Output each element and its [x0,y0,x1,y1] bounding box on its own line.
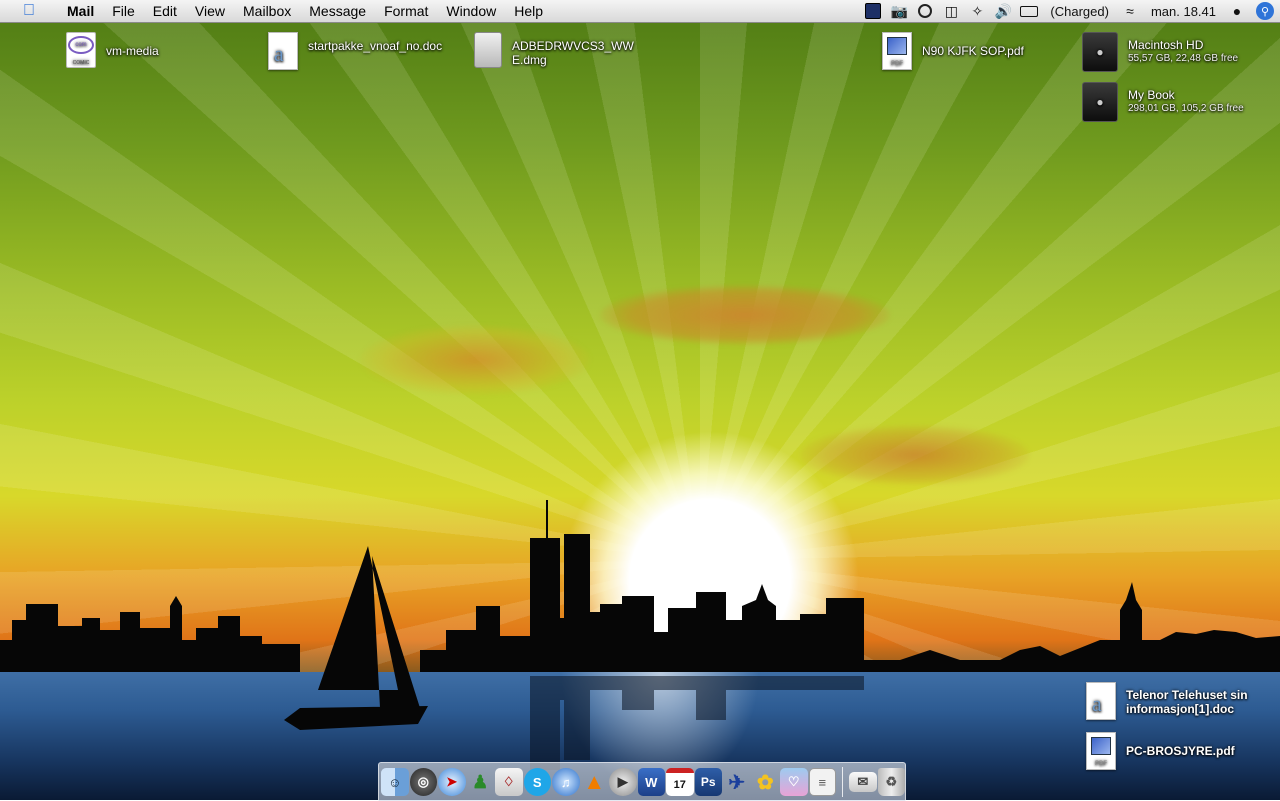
dock-notepad-icon[interactable]: ≡ [808,768,837,796]
desktop-icon-macintosh-hd[interactable]: ● Macintosh HD 55,57 GB, 22,48 GB free [1082,32,1238,72]
desktop-icon-startpakke[interactable]: a startpakke_vnoaf_no.doc [268,32,448,70]
comic-file-icon: com COMIC [66,32,96,68]
desktop-icon-pc-brosjyre[interactable]: PDF PC-BROSJYRE.pdf [1086,732,1235,770]
desktop-icon-n90-pdf[interactable]: PDF N90 KJFK SOP.pdf [882,32,1024,70]
screen-icon[interactable] [860,0,886,22]
skyline-center [420,500,864,672]
dock-flower-icon[interactable]: ✿ [752,768,780,796]
icon-label: Macintosh HD [1128,38,1204,52]
dock-notes-icon[interactable]: ♡ [780,768,808,796]
app-menu-mail[interactable]: Mail [58,0,103,22]
icon-label: Telenor Telehuset sin informasjon[1].doc [1126,688,1248,716]
apple-menu-icon[interactable]:  [0,0,58,22]
word-document-icon: a [1086,682,1116,720]
drive-capacity: 298,01 GB, 105,2 GB free [1128,103,1244,114]
battery-icon[interactable] [1016,0,1042,22]
menu-file[interactable]: File [103,0,144,22]
menu-window[interactable]: Window [437,0,505,22]
desktop-icon-vm-media[interactable]: com COMIC vm-media [66,32,159,68]
icon-label: vm-media [106,44,159,58]
desktop-icon-adbe-dmg[interactable]: ADBEDRWVCS3_WWE.dmg [474,32,642,68]
quicksilver-icon[interactable] [912,0,938,22]
hard-drive-icon: ● [1082,32,1118,72]
skyline-right [864,582,1280,672]
dock-downloads-icon[interactable]: ✉ [849,772,877,792]
spotlight-icon[interactable]: ⚲ [1256,2,1274,20]
sailboat [284,546,428,730]
wifi-icon[interactable]: ≈ [1117,0,1143,22]
dock-quicktime-icon[interactable]: ▶ [609,768,637,796]
volume-icon[interactable]: 🔊 [990,0,1016,22]
dock-preview-icon[interactable]: ♢ [495,768,523,796]
user-icon[interactable]: ● [1224,0,1250,22]
dock-ical-icon[interactable]: 17 [666,768,694,796]
menu-mailbox[interactable]: Mailbox [234,0,300,22]
menu-format[interactable]: Format [375,0,437,22]
icon-label: startpakke_vnoaf_no.doc [308,39,443,53]
desktop-icon-my-book[interactable]: ● My Book 298,01 GB, 105,2 GB free [1082,82,1244,122]
menu-view[interactable]: View [186,0,234,22]
dock-mail-icon[interactable]: ✈ [723,768,751,796]
menu-bar:  Mail File Edit View Mailbox Message Fo… [0,0,1280,23]
skyline-left [0,596,300,672]
menu-help[interactable]: Help [505,0,552,22]
dock-skype-icon[interactable]: S [523,768,551,796]
menu-edit[interactable]: Edit [144,0,186,22]
bluetooth-icon[interactable]: ✧ [964,0,990,22]
external-drive-icon: ● [1082,82,1118,122]
dock-separator [842,767,844,797]
dock-vlc-icon[interactable]: ▲ [581,768,609,796]
disk-image-icon [474,32,502,68]
desktop-icon-telenor-doc[interactable]: a Telenor Telehuset sin informasjon[1].d… [1086,682,1256,720]
battery-status-text[interactable]: (Charged) [1042,4,1117,19]
headphones-icon[interactable]: ◫ [938,0,964,22]
icon-label: ADBEDRWVCS3_WWE.dmg [512,39,634,67]
dock-safari-icon[interactable]: ➤ [438,768,466,796]
menubar-clock[interactable]: man. 18.41 [1143,4,1224,19]
menu-message[interactable]: Message [300,0,375,22]
camera-icon[interactable]: 📷 [886,0,912,22]
pdf-icon: PDF [1086,732,1116,770]
dock-photoshop-icon[interactable]: Ps [694,768,722,796]
dock-word-icon[interactable]: W [637,768,665,796]
pdf-icon: PDF [882,32,912,70]
dock-itunes-icon[interactable]: ♫ [552,768,580,796]
dock-messenger-icon[interactable]: ♟ [467,768,495,796]
drive-capacity: 55,57 GB, 22,48 GB free [1128,53,1239,64]
status-menus: 📷 ◫ ✧ 🔊 (Charged) ≈ man. 18.41 ● ⚲ [860,0,1280,22]
word-document-icon: a [268,32,298,70]
icon-label: N90 KJFK SOP.pdf [922,44,1024,58]
icon-label: My Book [1128,88,1175,102]
icon-label: PC-BROSJYRE.pdf [1126,744,1235,758]
dock-finder-icon[interactable]: ☺ [381,768,409,796]
skyline-reflection [530,676,864,770]
dock-trash-icon[interactable]: ♻ [877,768,906,796]
dock: ☺ ◎ ➤ ♟ ♢ S ♫ ▲ ▶ W 17 Ps ✈ ✿ ♡ ≡ ✉ ♻ [378,762,906,801]
dock-dashboard-icon[interactable]: ◎ [409,768,437,796]
